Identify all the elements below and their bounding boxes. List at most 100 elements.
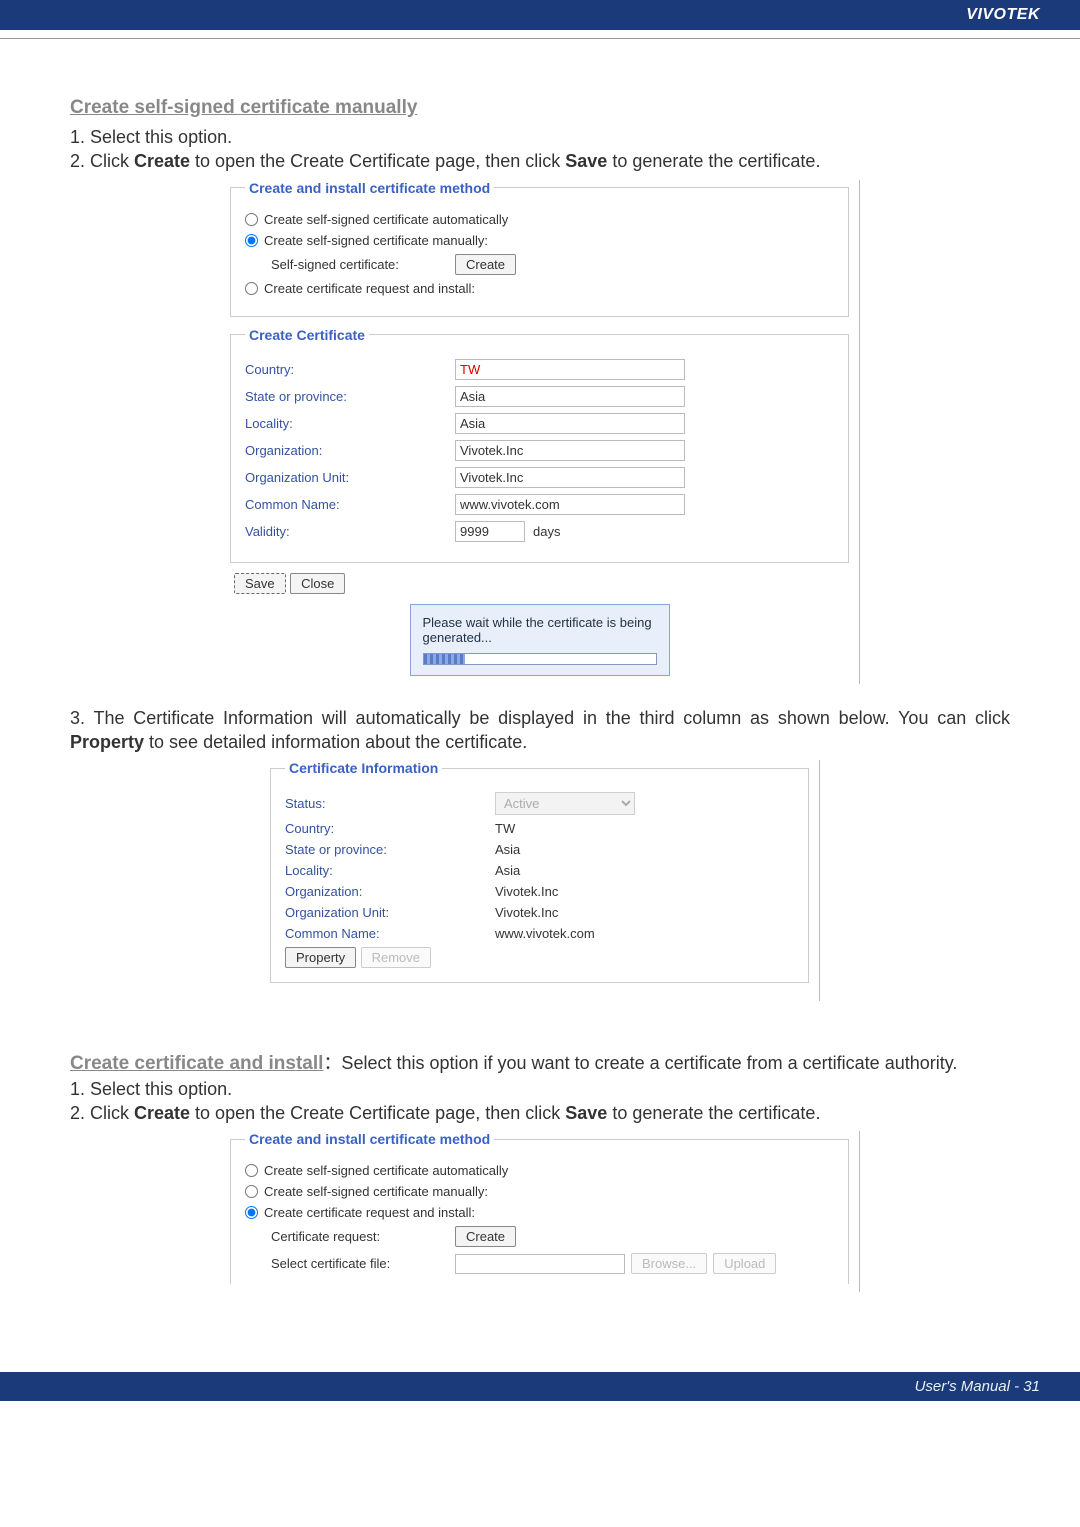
section2-desc: ：Select this option if you want to creat… <box>323 1053 957 1073</box>
step-2: 2. Click Create to open the Create Certi… <box>70 149 1010 173</box>
row-status: Status: Active <box>285 792 794 815</box>
info-state: State or province: Asia <box>285 842 794 857</box>
step2-post: to generate the certificate. <box>607 151 820 171</box>
create-button[interactable]: Create <box>455 254 516 275</box>
radio-manual-label: Create self-signed certificate manually: <box>264 233 488 248</box>
browse-button[interactable]: Browse... <box>631 1253 707 1274</box>
cert-request-label: Certificate request: <box>271 1229 455 1244</box>
page-footer: User's Manual - 31 <box>0 1372 1080 1401</box>
row-cn: Common Name: <box>245 494 834 515</box>
s2-step2-pre: 2. Click <box>70 1103 134 1123</box>
step3-pre: 3. The Certificate Information will auto… <box>70 708 1010 728</box>
label-status: Status: <box>285 796 495 811</box>
label-state: State or province: <box>245 389 455 404</box>
s2-step-1: 1. Select this option. <box>70 1077 1010 1101</box>
cert-request-row: Certificate request: Create <box>271 1226 834 1247</box>
save-button[interactable]: Save <box>234 573 286 594</box>
create-button-2[interactable]: Create <box>455 1226 516 1247</box>
fieldset-create-cert: Create Certificate Country: State or pro… <box>230 327 849 563</box>
legend-method-2: Create and install certificate method <box>245 1131 494 1147</box>
input-cn[interactable] <box>455 494 685 515</box>
info-val-locality: Asia <box>495 863 794 878</box>
info-ou: Organization Unit: Vivotek.Inc <box>285 905 794 920</box>
close-button[interactable]: Close <box>290 573 345 594</box>
section-heading-install: Create certificate and install <box>70 1053 323 1074</box>
s2-step2-create: Create <box>134 1103 190 1123</box>
row-org: Organization: <box>245 440 834 461</box>
radio-auto-row-2[interactable]: Create self-signed certificate automatic… <box>245 1163 834 1178</box>
step-3: 3. The Certificate Information will auto… <box>70 706 1010 755</box>
radio-request-label: Create certificate request and install: <box>264 281 475 296</box>
info-val-country: TW <box>495 821 794 836</box>
upload-button[interactable]: Upload <box>713 1253 776 1274</box>
radio-manual-row-2[interactable]: Create self-signed certificate manually: <box>245 1184 834 1199</box>
property-button[interactable]: Property <box>285 947 356 968</box>
screenshot-request-install: Create and install certificate method Cr… <box>220 1131 860 1292</box>
toast-text: Please wait while the certificate is bei… <box>423 615 657 645</box>
radio-manual-2[interactable] <box>245 1185 258 1198</box>
input-validity[interactable] <box>455 521 525 542</box>
section2-intro: Create certificate and install：Select th… <box>70 1051 1010 1077</box>
step2-save: Save <box>565 151 607 171</box>
radio-request-row[interactable]: Create certificate request and install: <box>245 281 834 296</box>
s2-step2-mid: to open the Create Certificate page, the… <box>190 1103 565 1123</box>
step2-mid: to open the Create Certificate page, the… <box>190 151 565 171</box>
info-label-ou: Organization Unit: <box>285 905 495 920</box>
input-country[interactable] <box>455 359 685 380</box>
input-locality[interactable] <box>455 413 685 434</box>
info-label-country: Country: <box>285 821 495 836</box>
radio-manual-label-2: Create self-signed certificate manually: <box>264 1184 488 1199</box>
validity-unit: days <box>533 524 560 539</box>
info-country: Country: TW <box>285 821 794 836</box>
radio-request-row-2[interactable]: Create certificate request and install: <box>245 1205 834 1220</box>
label-validity: Validity: <box>245 524 455 539</box>
self-signed-label: Self-signed certificate: <box>271 257 455 272</box>
input-ou[interactable] <box>455 467 685 488</box>
label-org: Organization: <box>245 443 455 458</box>
info-label-cn: Common Name: <box>285 926 495 941</box>
step-1: 1. Select this option. <box>70 125 1010 149</box>
radio-request-2[interactable] <box>245 1206 258 1219</box>
radio-auto-row[interactable]: Create self-signed certificate automatic… <box>245 212 834 227</box>
s2-step2-save: Save <box>565 1103 607 1123</box>
select-status: Active <box>495 792 635 815</box>
info-val-cn: www.vivotek.com <box>495 926 794 941</box>
step3-property: Property <box>70 732 144 752</box>
legend-cert-info: Certificate Information <box>285 760 442 776</box>
input-state[interactable] <box>455 386 685 407</box>
input-org[interactable] <box>455 440 685 461</box>
radio-manual[interactable] <box>245 234 258 247</box>
s2-step2-post: to generate the certificate. <box>607 1103 820 1123</box>
save-close-row: Save Close <box>234 573 859 594</box>
radio-auto-label-2: Create self-signed certificate automatic… <box>264 1163 508 1178</box>
file-input[interactable] <box>455 1254 625 1274</box>
fieldset-method-2: Create and install certificate method Cr… <box>230 1131 849 1284</box>
radio-auto-label: Create self-signed certificate automatic… <box>264 212 508 227</box>
progress-bar <box>423 653 657 665</box>
step2-pre: 2. Click <box>70 151 134 171</box>
step3-post: to see detailed information about the ce… <box>144 732 527 752</box>
radio-auto-2[interactable] <box>245 1164 258 1177</box>
label-country: Country: <box>245 362 455 377</box>
row-state: State or province: <box>245 386 834 407</box>
info-label-org: Organization: <box>285 884 495 899</box>
page-header: VIVOTEK <box>0 0 1080 30</box>
screenshot-create-manual: Create and install certificate method Cr… <box>220 180 860 684</box>
info-val-state: Asia <box>495 842 794 857</box>
row-locality: Locality: <box>245 413 834 434</box>
radio-manual-row[interactable]: Create self-signed certificate manually: <box>245 233 834 248</box>
radio-request[interactable] <box>245 282 258 295</box>
self-signed-row: Self-signed certificate: Create <box>271 254 834 275</box>
s2-step-2: 2. Click Create to open the Create Certi… <box>70 1101 1010 1125</box>
section-heading-manual: Create self-signed certificate manually <box>70 97 1010 119</box>
brand-text: VIVOTEK <box>966 6 1040 23</box>
info-label-state: State or province: <box>285 842 495 857</box>
radio-request-label-2: Create certificate request and install: <box>264 1205 475 1220</box>
legend-method: Create and install certificate method <box>245 180 494 196</box>
info-label-locality: Locality: <box>285 863 495 878</box>
label-cn: Common Name: <box>245 497 455 512</box>
footer-text: User's Manual - 31 <box>915 1378 1040 1395</box>
fieldset-cert-info: Certificate Information Status: Active C… <box>270 760 809 983</box>
step2-create: Create <box>134 151 190 171</box>
radio-auto[interactable] <box>245 213 258 226</box>
